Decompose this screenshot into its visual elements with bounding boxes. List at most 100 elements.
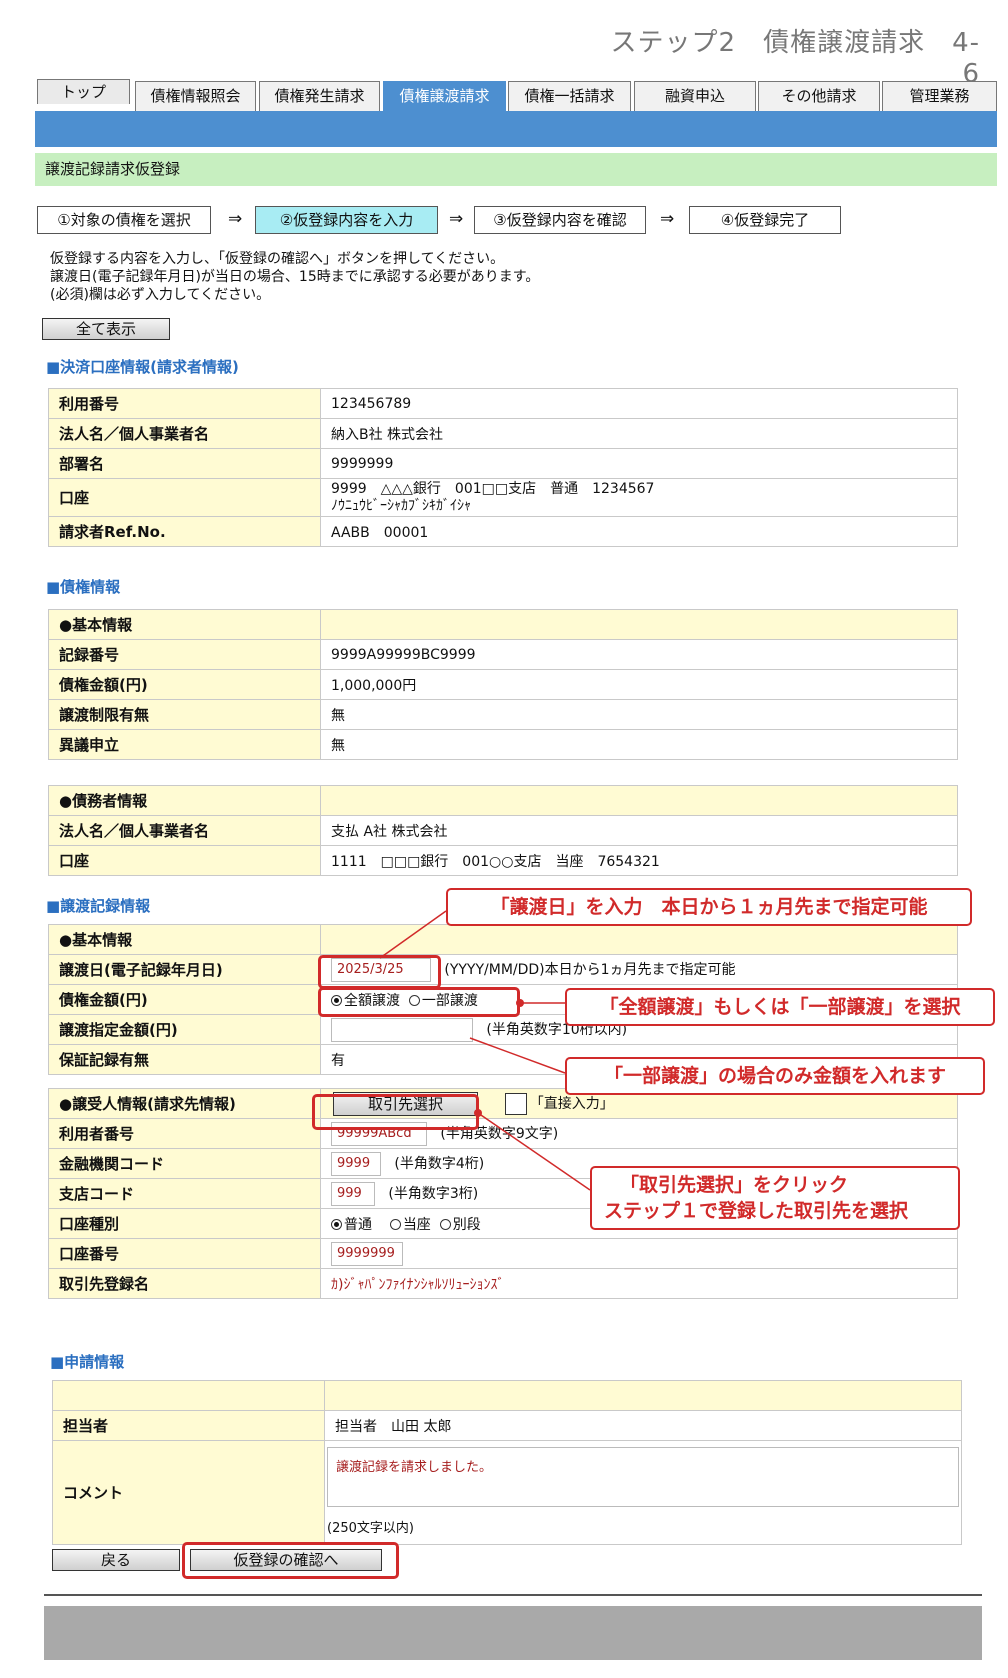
table-row: 法人名／個人事業者名 支払 A社 株式会社 (48, 815, 958, 846)
row-label: 譲渡指定金額(円) (48, 1014, 321, 1045)
application-table: 担当者 担当者 山田 太郎 コメント 譲渡記録を請求しました。 (250文字以内) (52, 1380, 962, 1545)
callout-partner-line2: ステップ１で登録した取引先を選択 (604, 1200, 909, 1222)
row-value: AABB 00001 (320, 516, 958, 547)
row-label: 保証記録有無 (48, 1044, 321, 1075)
show-all-button[interactable]: 全て表示 (42, 318, 170, 340)
table-row: 利用者番号 99999ABcd (半角英数字9文字) (48, 1118, 958, 1149)
row-value: 無 (320, 699, 958, 730)
step-4: ④仮登録完了 (689, 206, 841, 234)
row-label: コメント (52, 1440, 325, 1545)
tab-other-requests[interactable]: その他請求 (758, 81, 880, 111)
table-row: 部署名 9999999 (48, 448, 958, 479)
account-number-input[interactable]: 9999999 (331, 1241, 403, 1266)
basic-info-header: ●基本情報 (48, 609, 321, 640)
table-row (52, 1380, 962, 1411)
row-label: 請求者Ref.No. (48, 516, 321, 547)
transfer-basic-header: ●基本情報 (48, 924, 321, 955)
settlement-table: 利用番号 123456789 法人名／個人事業者名 納入B社 株式会社 部署名 999… (48, 388, 958, 547)
tab-bond-issue[interactable]: 債権発生請求 (259, 81, 380, 111)
row-value: 1111 □□□銀行 001○○支店 当座 7654321 (320, 845, 958, 876)
debtor-info-header: ●債務者情報 (48, 785, 321, 816)
row-value: 9999A99999BC9999 (320, 639, 958, 670)
tab-bond-inquiry[interactable]: 債権情報照会 (135, 81, 256, 111)
step-3: ③仮登録内容を確認 (474, 206, 646, 234)
radio-label: 当座 (402, 1216, 431, 1233)
section-title-settlement: ■決済口座情報(請求者情報) (46, 358, 239, 376)
section-title-bond: ■債権情報 (46, 578, 121, 596)
step-1: ①対象の債権を選択 (37, 206, 211, 234)
table-row: 取引先登録名 ｶ)ｼﾞｬﾊﾟﾝﾌｧｲﾅﾝｼｬﾙｿﾘｭｰｼｮﾝｽﾞ (48, 1268, 958, 1299)
row-label: 法人名／個人事業者名 (48, 815, 321, 846)
debtor-table: ●債務者情報 法人名／個人事業者名 支払 A社 株式会社 口座 1111 □□□銀行… (48, 785, 958, 876)
row-label: 金融機関コード (48, 1148, 321, 1179)
table-row: 口座番号 9999999 (48, 1238, 958, 1269)
row-label: 口座 (48, 478, 321, 517)
highlight-partner-button (312, 1094, 479, 1130)
arrow-icon: ⇒ (660, 209, 675, 229)
comment-textarea[interactable]: 譲渡記録を請求しました。 (327, 1447, 959, 1507)
page-title: 譲渡記録請求仮登録 (35, 153, 997, 186)
direct-input-label: 「直接入力」 (529, 1095, 614, 1112)
callout-partner-line1: 「取引先選択」をクリック (620, 1174, 849, 1196)
table-row: ●基本情報 (48, 924, 958, 955)
row-value: 123456789 (320, 388, 958, 419)
row-value: 支払 A社 株式会社 (320, 815, 958, 846)
row-label: 支店コード (48, 1178, 321, 1209)
radio-ordinary[interactable] (331, 1219, 342, 1230)
instruction-line: 仮登録する内容を入力し、「仮登録の確認へ」ボタンを押してください。 (50, 251, 505, 267)
arrow-icon: ⇒ (228, 209, 243, 229)
row-label: 譲渡日(電子記録年月日) (48, 954, 321, 985)
table-row: ●基本情報 (48, 609, 958, 640)
radio-current[interactable] (389, 1219, 401, 1230)
row-label: 口座 (48, 845, 321, 876)
tab-bond-transfer[interactable]: 債権譲渡請求 (383, 81, 506, 111)
table-row: ●債務者情報 (48, 785, 958, 816)
table-row: 利用番号 123456789 (48, 388, 958, 419)
row-value: 納入B社 株式会社 (320, 418, 958, 449)
bank-code-hint: (半角数字4桁) (394, 1155, 485, 1172)
bond-table: ●基本情報 記録番号 9999A99999BC9999 債権金額(円) 1,000,… (48, 609, 958, 760)
tab-management[interactable]: 管理業務 (882, 81, 997, 111)
account-value: 9999 △△△銀行 001□□支店 普通 1234567 (331, 480, 655, 497)
branch-code-input[interactable]: 999 (331, 1181, 375, 1206)
table-row: 異議申立無 (48, 729, 958, 760)
callout-date: 「譲渡日」を入力 本日から１ヵ月先まで指定可能 (446, 888, 972, 926)
row-value: 9999999 (320, 448, 958, 479)
tab-top[interactable]: トップ (37, 79, 130, 104)
row-label: 口座番号 (48, 1238, 321, 1269)
bank-code-input[interactable]: 9999 (331, 1151, 381, 1176)
table-row: 口座 1111 □□□銀行 001○○支店 当座 7654321 (48, 845, 958, 876)
callout-partner: 「取引先選択」をクリック ステップ１で登録した取引先を選択 (590, 1166, 960, 1230)
person-value: 担当者 山田 太郎 (324, 1410, 962, 1441)
table-row: 法人名／個人事業者名 納入B社 株式会社 (48, 418, 958, 449)
row-label: 取引先登録名 (48, 1268, 321, 1299)
row-label: 利用者番号 (48, 1118, 321, 1149)
table-row: 債権金額(円) 1,000,000円 (48, 669, 958, 700)
table-row: 譲渡制限有無無 (48, 699, 958, 730)
specified-amount-input[interactable] (331, 1017, 473, 1042)
table-row: 譲渡日(電子記録年月日) 2025/3/25 (YYYY/MM/DD)本日から1… (48, 954, 958, 985)
direct-input-checkbox[interactable] (504, 1092, 527, 1115)
tab-bulk-request[interactable]: 債権一括請求 (508, 81, 631, 111)
comment-hint: (250文字以内) (327, 1521, 414, 1536)
instruction-line: 譲渡日(電子記録年月日)が当日の場合、15時までに承認する必要があります。 (50, 269, 540, 285)
row-value: 1,000,000円 (320, 669, 958, 700)
row-label: 口座種別 (48, 1208, 321, 1239)
radio-special[interactable] (439, 1219, 451, 1230)
branch-code-hint: (半角数字3桁) (388, 1185, 479, 1202)
row-value: 無 (320, 729, 958, 760)
arrow-icon: ⇒ (449, 209, 464, 229)
back-button[interactable]: 戻る (52, 1549, 180, 1571)
table-row: 担当者 担当者 山田 太郎 (52, 1410, 962, 1441)
tab-financing[interactable]: 融資申込 (634, 81, 756, 111)
divider (44, 1594, 982, 1596)
row-label: 債権金額(円) (48, 984, 321, 1015)
radio-label: 別段 (452, 1216, 481, 1233)
radio-label: 普通 (344, 1216, 372, 1233)
row-label: 異議申立 (48, 729, 321, 760)
row-label: 担当者 (52, 1410, 325, 1441)
table-row: 口座 9999 △△△銀行 001□□支店 普通 1234567 ﾉｳﾆｭｳﾋﾞｰｼ… (48, 478, 958, 517)
instruction-line: (必須)欄は必ず入力してください。 (50, 287, 271, 303)
account-kana: ﾉｳﾆｭｳﾋﾞｰｼｬｶﾌﾞｼｷｶﾞｲｼｬ (331, 497, 471, 514)
row-label: 譲渡制限有無 (48, 699, 321, 730)
